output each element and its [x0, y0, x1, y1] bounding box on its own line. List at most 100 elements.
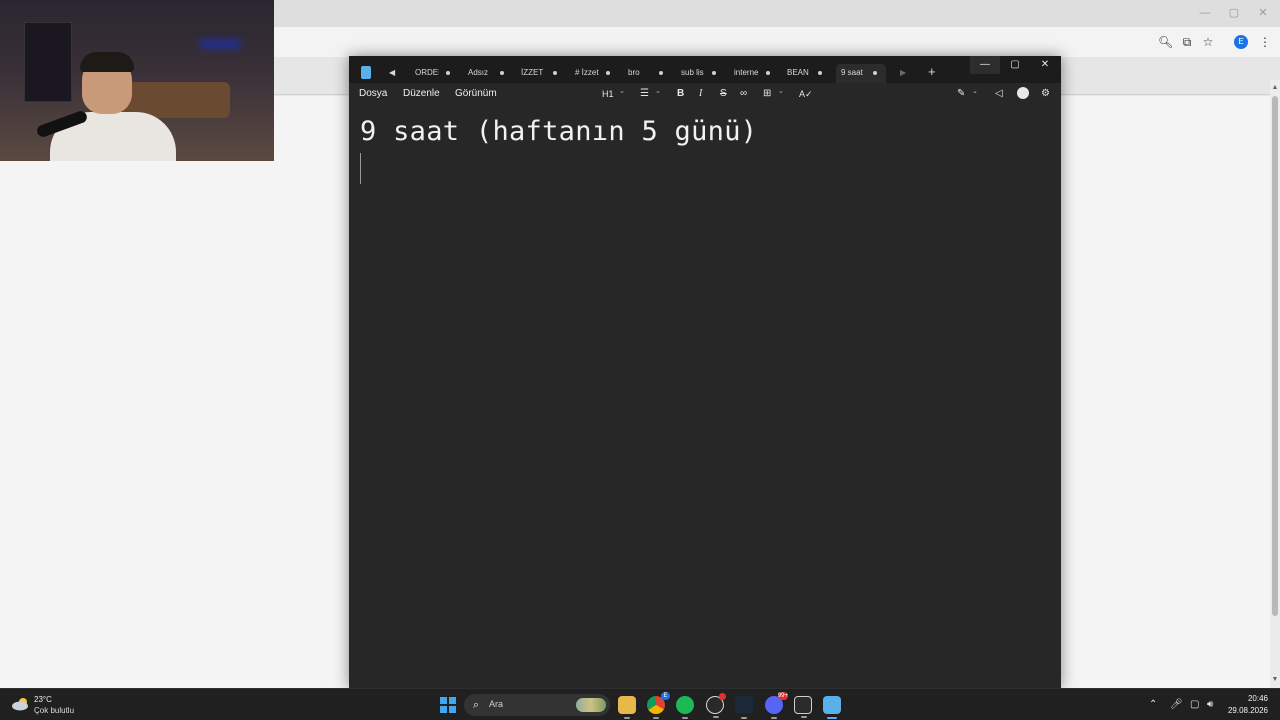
editor-heading[interactable]: 9 saat (haftanın 5 günü) [360, 116, 757, 147]
unsaved-dot-icon [553, 71, 557, 75]
app-indicator-active [827, 717, 837, 719]
weather-temperature[interactable]: 23°C [34, 695, 52, 704]
spotify-icon[interactable] [676, 696, 694, 719]
browser-close-button[interactable]: ✕ [1256, 6, 1270, 20]
steam-friends-icon[interactable] [706, 693, 726, 718]
unsaved-dot-icon [606, 71, 610, 75]
bold-button[interactable]: B [677, 88, 684, 100]
notepad-maximize-button[interactable]: ▢ [1000, 56, 1030, 74]
app-indicator [741, 717, 747, 719]
discord-badge: 99+ [777, 692, 788, 700]
weather-description[interactable]: Çok bulutlu [34, 706, 74, 715]
app-indicator [682, 717, 688, 719]
notepad-tab-3[interactable]: İZZET I [521, 64, 557, 81]
clock-date[interactable]: 29.08.2026 [1226, 706, 1268, 715]
settings-icon[interactable]: ⚙ [1041, 88, 1050, 100]
notepad-tab-2[interactable]: Adsız [468, 64, 504, 81]
browser-minimize-button[interactable]: — [1198, 6, 1212, 20]
microphone-icon[interactable]: 🎤︎ [1170, 699, 1183, 711]
notepad-close-button[interactable]: ✕ [1030, 56, 1060, 74]
unsaved-dot-icon [766, 71, 770, 75]
chrome-profile-badge: E [661, 692, 670, 700]
list-icon[interactable]: ☰ [640, 88, 649, 100]
notepad-tab-7[interactable]: interne [734, 64, 770, 81]
notepad-tab-4[interactable]: # İzzet [575, 64, 610, 81]
tab-label: BEAN I [787, 68, 811, 77]
install-icon[interactable]: ⧉ [1180, 35, 1194, 49]
volume-icon[interactable]: 🔊︎ [1207, 699, 1213, 711]
copilot-chevron-icon[interactable]: ⌄ [972, 86, 978, 98]
steam-icon[interactable] [735, 696, 753, 719]
app-indicator [624, 717, 630, 719]
menu-icon[interactable]: ⋮ [1258, 35, 1272, 49]
unsaved-dot-icon [446, 71, 450, 75]
notepad-editor[interactable]: 9 saat (haftanın 5 günü) [349, 105, 1061, 688]
heading-dropdown[interactable]: H1 [602, 88, 614, 100]
network-icon[interactable]: ▢ [1190, 699, 1199, 711]
text-caret [360, 153, 361, 184]
browser-scrollbar[interactable]: ▲ ▼ [1270, 80, 1280, 688]
tray-overflow-icon[interactable]: ⌃ [1149, 699, 1157, 711]
notification-dot-icon [719, 693, 726, 700]
notepad-minimize-button[interactable]: — [970, 56, 1000, 74]
webcam-person-hair [80, 52, 134, 72]
tab-label: ORDEI [415, 68, 439, 77]
unsaved-dot-icon [712, 71, 716, 75]
taskbar-search[interactable]: ⌕ Ara [464, 694, 610, 716]
tab-scroll-right-icon[interactable]: ▶ [900, 66, 906, 79]
start-button[interactable] [440, 697, 456, 713]
heading-chevron-icon[interactable]: ⌄ [619, 86, 625, 98]
list-chevron-icon[interactable]: ⌄ [655, 86, 661, 98]
menu-edit[interactable]: Düzenle [403, 88, 440, 99]
table-icon[interactable]: ⊞ [763, 88, 771, 100]
file-explorer-icon[interactable] [618, 696, 636, 719]
tab-label: bro [628, 68, 640, 77]
remote-desktop-icon[interactable] [794, 696, 812, 718]
app-indicator [653, 717, 659, 719]
spellcheck-icon[interactable]: A✓ [799, 88, 813, 100]
menu-file[interactable]: Dosya [359, 88, 387, 99]
account-avatar[interactable] [1017, 87, 1029, 99]
search-icon: ⌕ [473, 699, 480, 711]
link-icon[interactable]: ∞ [740, 88, 747, 100]
tab-scroll-left-icon[interactable]: ◀ [389, 66, 395, 79]
copilot-pen-icon[interactable]: ✎ [957, 88, 965, 100]
announce-icon[interactable]: ◁ [995, 88, 1003, 100]
profile-avatar[interactable]: E [1234, 35, 1248, 49]
search-placeholder: Ara [489, 699, 504, 709]
tab-label: İZZET I [521, 68, 545, 77]
new-tab-button[interactable]: + [928, 65, 936, 79]
notepad-menubar: Dosya Düzenle Görünüm H1 ⌄ ☰ ⌄ B I S ∞ ⊞… [349, 83, 1061, 105]
scrollbar-thumb[interactable] [1272, 96, 1278, 616]
clock-time[interactable]: 20:46 [1242, 694, 1268, 703]
weather-cloud-icon[interactable] [11, 697, 31, 711]
webcam-overlay [0, 0, 274, 161]
notepad-tab-5[interactable]: bro [628, 64, 663, 81]
unsaved-dot-icon [818, 71, 822, 75]
notepad-tab-1[interactable]: ORDEI [415, 64, 450, 81]
table-chevron-icon[interactable]: ⌄ [778, 86, 784, 98]
scroll-up-icon[interactable]: ▲ [1271, 84, 1279, 92]
notepad-tab-6[interactable]: sub lis [681, 64, 716, 81]
search-highlight-image [576, 698, 606, 712]
zoom-icon[interactable]: 🔍︎ [1158, 35, 1173, 49]
menu-view[interactable]: Görünüm [455, 88, 497, 99]
start-logo-tile [440, 697, 447, 704]
start-logo-tile [440, 706, 447, 713]
notepad-taskbar-icon[interactable] [823, 696, 841, 719]
app-indicator [713, 716, 719, 718]
italic-button[interactable]: I [699, 88, 702, 100]
chrome-icon[interactable]: E [647, 692, 670, 719]
unsaved-dot-icon [873, 71, 877, 75]
notepad-window: ◀ ORDEI Adsız İZZET I # İzzet bro sub li… [349, 56, 1061, 688]
tab-label: sub lis [681, 68, 704, 77]
discord-icon[interactable]: 99+ [765, 692, 788, 719]
start-logo-tile [449, 697, 456, 704]
browser-maximize-button[interactable]: ▢ [1227, 6, 1241, 20]
tab-label: # İzzet [575, 68, 599, 77]
notepad-tab-8[interactable]: BEAN I [787, 64, 822, 81]
unsaved-dot-icon [659, 71, 663, 75]
strikethrough-button[interactable]: S [720, 88, 727, 100]
scroll-down-icon[interactable]: ▼ [1271, 676, 1279, 684]
star-icon[interactable]: ☆ [1201, 35, 1215, 49]
